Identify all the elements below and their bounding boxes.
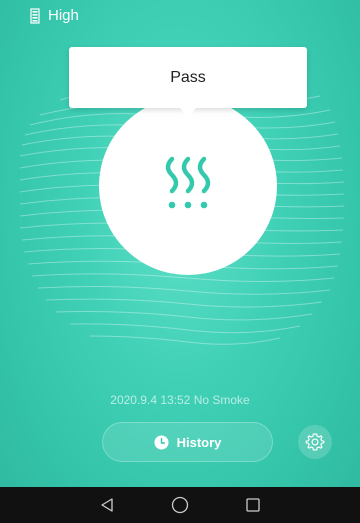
back-triangle-icon <box>101 498 113 512</box>
toast-message: Pass <box>170 68 206 86</box>
toast-arrow <box>179 107 197 117</box>
result-toast: Pass <box>69 47 307 108</box>
gear-icon <box>305 433 325 451</box>
back-button[interactable] <box>97 495 117 515</box>
home-circle-icon <box>171 496 189 514</box>
sensitivity-status: High <box>30 7 79 24</box>
home-button[interactable] <box>170 495 190 515</box>
detector-screen: High Pass 2020.9.4 13:52 No Smoke Histor… <box>0 0 360 523</box>
recents-square-icon <box>246 498 260 512</box>
smoke-icon <box>165 156 211 209</box>
history-label: History <box>176 434 222 450</box>
battery-icon <box>30 7 40 24</box>
status-circle <box>99 97 277 275</box>
history-button[interactable]: History <box>102 422 273 462</box>
settings-button[interactable] <box>298 425 332 459</box>
system-nav-bar <box>0 487 360 523</box>
last-record-text: 2020.9.4 13:52 No Smoke <box>110 393 250 407</box>
sensitivity-label: High <box>48 7 79 24</box>
recents-button[interactable] <box>243 495 263 515</box>
clock-icon <box>154 434 169 450</box>
